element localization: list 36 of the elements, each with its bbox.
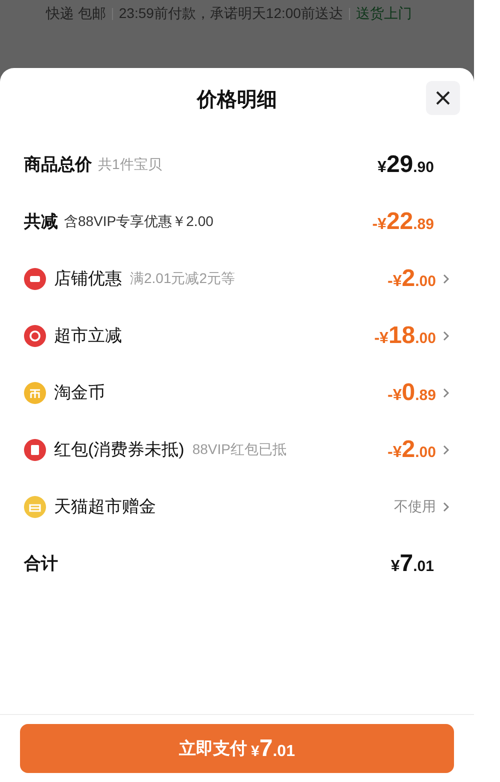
row-amount: -¥2.00 [388,434,436,464]
total-amount: ¥7.01 [390,548,434,578]
row-amount: -¥2.00 [388,264,436,294]
row-amount: -¥22.89 [372,206,434,236]
row-status: 不使用 [394,497,436,516]
chevron-right-icon [442,272,450,284]
row-amount: -¥18.00 [374,320,436,350]
discount-row[interactable]: 红包(消费券未抵) 88VIP红包已抵 -¥2.00 [24,421,450,478]
row-label: 商品总价 [24,154,92,176]
delivery-tag: 送货上门 [356,5,412,21]
row-note: 共1件宝贝 [98,155,162,174]
close-icon [435,90,451,106]
row-label: 合计 [24,552,58,575]
chevron-right-icon [442,444,450,456]
row-note: 88VIP红包已抵 [192,440,286,459]
row-amount: ¥29.90 [378,150,434,180]
sheet-title: 价格明细 [197,88,277,113]
row-label: 超市立减 [54,324,122,347]
row-amount: -¥0.89 [388,378,436,408]
discount-row[interactable]: 店铺优惠 满2.01元减2元等 -¥2.00 [24,250,450,307]
discount-row[interactable]: 淘金币 -¥0.89 [24,364,450,421]
row-label: 红包(消费券未抵) [54,438,184,461]
row-label: 淘金币 [54,382,105,404]
delivery-info: 快递 包邮 [46,5,106,21]
discount-row[interactable]: 超市立减 -¥18.00 [24,307,450,364]
row-label: 店铺优惠 [54,268,122,290]
row-label: 共减 [24,210,58,233]
close-button[interactable] [426,81,460,115]
row-label: 天猫超市赠金 [54,496,156,518]
chevron-right-icon [442,386,450,398]
row-note: 含88VIP专享优惠￥2.00 [64,212,214,231]
row-note: 满2.01元减2元等 [130,269,236,288]
chevron-right-icon [442,330,450,342]
chevron-right-icon [442,500,450,512]
discount-row[interactable]: 天猫超市赠金 不使用 [24,478,450,535]
delivery-info: 23:59前付款，承诺明天12:00前送达 [118,5,343,21]
